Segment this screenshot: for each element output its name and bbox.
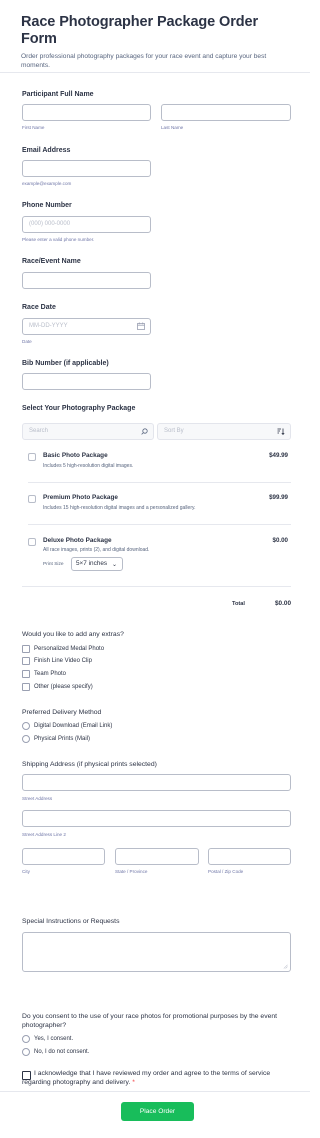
extras-option-label: Team Photo [34,671,67,677]
bib-input[interactable] [22,373,151,390]
package-deluxe-title: Deluxe Photo Package [43,537,112,544]
participant-name-label: Participant Full Name [22,91,94,98]
race-event-label: Race/Event Name [22,258,81,265]
phone-label: Phone Number [22,202,72,209]
package-premium-title: Premium Photo Package [43,494,118,501]
package-premium-checkbox[interactable] [28,495,36,503]
state-input[interactable] [115,848,199,865]
package-search-placeholder: Search [29,428,49,434]
first-name-input[interactable] [22,104,151,121]
package-deluxe-checkbox[interactable] [28,538,36,546]
state-sublabel: State / Province [115,869,148,874]
checkbox[interactable] [22,657,30,665]
extras-option-label: Other (please specify) [34,684,93,690]
postal-sublabel: Postal / Zip Code [208,869,244,874]
search-icon[interactable] [141,428,148,435]
consent-option-label: No, I do not consent. [34,1049,90,1055]
consent-option-label: Yes, I consent. [34,1036,74,1042]
radio-button[interactable] [22,1035,30,1043]
street-address-sublabel: Street Address [22,796,53,801]
postal-input[interactable] [208,848,291,865]
total-value: $0.00 [275,600,291,607]
package-sort-placeholder: Sort By [164,428,184,434]
phone-placeholder: (000) 000-0000 [29,221,71,227]
package-sort-select[interactable]: Sort By [157,423,291,440]
place-order-button[interactable]: Place Order [121,1102,194,1121]
package-search-input[interactable]: Search [22,423,154,440]
package-deluxe-desc: All race images, prints (2), and digital… [43,547,150,553]
form-subtitle: Order professional photography packages … [21,53,267,69]
total-label: Total [232,601,245,607]
email-input[interactable] [22,160,151,177]
first-name-sublabel: First Name [22,125,45,130]
form-header: Race Photographer Package Order Form Ord… [0,0,310,73]
street-address-line2-sublabel: Street Address Line 2 [22,832,66,837]
email-sublabel: example@example.com [22,181,72,186]
package-basic-checkbox[interactable] [28,453,36,461]
chevron-down-icon: ⌄ [111,562,117,568]
package-basic-title: Basic Photo Package [43,452,108,459]
radio-button[interactable] [22,1048,30,1056]
print-size-select[interactable]: 5×7 inches ⌄ [71,557,123,571]
consent-label: Do you consent to the use of your race p… [22,1013,278,1029]
race-date-label: Race Date [22,304,56,311]
shipping-label: Shipping Address (if physical prints sel… [22,761,157,768]
package-divider [28,524,291,525]
radio-button[interactable] [22,735,30,743]
race-event-input[interactable] [22,272,151,289]
package-label: Select Your Photography Package [22,405,136,412]
package-basic-desc: Includes 5 high-resolution digital image… [43,463,134,469]
resize-grip-icon[interactable] [283,964,288,969]
form-title: Race Photographer Package Order Form [21,14,259,47]
checkbox[interactable] [22,683,30,691]
package-total-divider [22,586,291,587]
sort-icon[interactable] [277,428,285,435]
city-input[interactable] [22,848,105,865]
required-mark: * [132,1078,135,1086]
footer-divider [0,1091,310,1092]
checkbox[interactable] [22,645,30,653]
street-address-line2-input[interactable] [22,810,291,827]
email-label: Email Address [22,147,71,154]
checkbox[interactable] [22,670,30,678]
delivery-label: Preferred Delivery Method [22,709,102,716]
instructions-textarea[interactable] [22,932,291,972]
extras-label: Would you like to add any extras? [22,631,124,638]
extras-option-label: Personalized Medal Photo [34,646,105,652]
package-basic-price: $49.99 [269,452,288,459]
phone-sublabel: Please enter a valid phone number. [22,237,95,242]
delivery-option-label: Digital Download (Email Link) [34,723,113,729]
package-premium-price: $99.99 [269,494,288,501]
last-name-input[interactable] [161,104,291,121]
package-premium-desc: Includes 15 high-resolution digital imag… [43,505,196,511]
terms-label: I acknowledge that I have reviewed my or… [22,1070,294,1087]
package-deluxe-price: $0.00 [272,537,288,544]
street-address-input[interactable] [22,774,291,791]
terms-text: I acknowledge that I have reviewed my or… [22,1070,271,1086]
bib-label: Bib Number (if applicable) [22,360,109,367]
race-date-input[interactable]: MM-DD-YYYY [22,318,151,335]
delivery-option-label: Physical Prints (Mail) [34,736,91,742]
race-date-placeholder: MM-DD-YYYY [29,323,68,329]
radio-button[interactable] [22,722,30,730]
instructions-label: Special Instructions or Requests [22,918,120,925]
last-name-sublabel: Last Name [161,125,184,130]
phone-input[interactable]: (000) 000-0000 [22,216,151,233]
print-size-label: Print Size [43,562,64,567]
calendar-icon[interactable] [137,322,145,330]
city-sublabel: City [22,869,30,874]
extras-option-label: Finish Line Video Clip [34,658,92,664]
race-date-sublabel: Date [22,339,32,344]
print-size-value: 5×7 inches [76,560,108,567]
package-divider [28,482,291,483]
